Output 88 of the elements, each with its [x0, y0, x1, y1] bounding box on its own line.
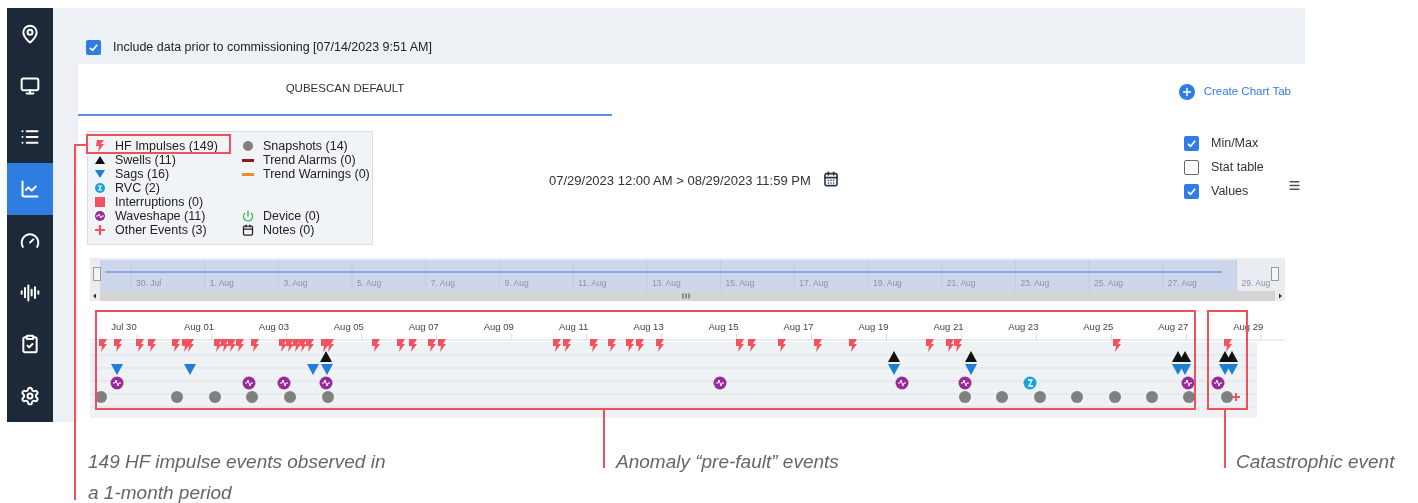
check-icon	[88, 42, 99, 53]
tab[interactable]: QUBESCAN DEFAULT	[78, 64, 612, 116]
checkbox[interactable]	[1184, 183, 1199, 199]
axis-label: Aug 17	[783, 321, 814, 332]
axis-label: Aug 19	[858, 321, 889, 332]
monitor-icon	[20, 75, 40, 96]
annotation-text: Catastrophic event	[1236, 450, 1395, 474]
plus-marker-icon	[1231, 392, 1241, 402]
axis-label: Aug 27	[1158, 321, 1189, 332]
checkbox-label: Include data prior to commissioning [07/14/2023 9:51 AM]	[113, 39, 432, 57]
check-icon	[1186, 185, 1197, 197]
checkbox[interactable]	[86, 40, 101, 55]
navigator-label: 19. Aug	[873, 278, 902, 288]
navigator-label: 15. Aug	[725, 278, 755, 288]
navigator-label: 21. Aug	[946, 278, 976, 288]
legend-label[interactable]: RVC (2)	[115, 181, 160, 195]
axis-label: Aug 07	[408, 321, 439, 332]
annotation-text: Anomaly “pre-fault” events	[616, 450, 839, 474]
navigator-label: 3. Aug	[283, 278, 308, 288]
axis-label: Aug 03	[258, 321, 289, 332]
clipboard-check-icon	[20, 334, 40, 355]
navigator-label: 27. Aug	[1167, 278, 1197, 288]
navigator-label: 29. Aug	[1241, 278, 1271, 288]
legend-label[interactable]: HF Impulses (149)	[115, 139, 218, 153]
axis-label: Aug 11	[559, 321, 589, 332]
lightning-icon	[94, 140, 106, 152]
square-icon	[94, 196, 106, 208]
axis-label: Aug 13	[633, 321, 664, 332]
axis-label: Jul 30	[111, 321, 137, 332]
legend-label[interactable]: Swells (11)	[115, 153, 176, 167]
dash-icon	[242, 172, 254, 176]
legend-label[interactable]: Interruptions (0)	[115, 195, 204, 209]
legend-label[interactable]: Waveshape (11)	[115, 209, 206, 223]
gauge-icon	[20, 230, 40, 251]
settings-icon	[20, 386, 40, 407]
check-icon	[1186, 137, 1197, 149]
axis-label: Aug 25	[1083, 321, 1114, 332]
navigator-label: 7. Aug	[430, 278, 455, 288]
menu-icon[interactable]	[1288, 179, 1301, 192]
leader-line	[1224, 410, 1226, 468]
circle-icon	[242, 140, 254, 152]
line-chart-icon	[20, 179, 40, 200]
navigator-label: 30. Jul	[136, 278, 162, 288]
checkbox[interactable]	[1184, 135, 1199, 151]
checkbox-label: Values	[1211, 182, 1249, 200]
left-handle[interactable]	[93, 267, 101, 281]
navigator-label: 11. Aug	[578, 278, 607, 288]
navigator-label: 17. Aug	[799, 278, 829, 288]
waveform-icon	[20, 282, 40, 303]
power-icon	[242, 210, 254, 222]
triangle-down-icon	[94, 168, 106, 180]
axis-label: Aug 15	[708, 321, 739, 332]
legend-label[interactable]: Trend Alarms (0)	[263, 153, 356, 167]
axis-label: Aug 05	[333, 321, 364, 332]
navigator-label: 23. Aug	[1020, 278, 1050, 288]
date-range: 07/29/2023 12:00 AM > 08/29/2023 11:59 PM	[549, 172, 811, 190]
checkbox-label: Min/Max	[1211, 134, 1259, 152]
checkbox-label: Stat table	[1211, 158, 1264, 176]
legend-label[interactable]: Snapshots (14)	[263, 139, 348, 153]
navigator-label: 9. Aug	[504, 278, 529, 288]
navigator-label: 25. Aug	[1094, 278, 1123, 288]
checkbox[interactable]	[1184, 159, 1199, 175]
triangle-up-icon	[94, 154, 106, 166]
axis-label: Aug 09	[483, 321, 514, 332]
navigator-label: 5. Aug	[357, 278, 382, 288]
create-chart-tab-button[interactable]: Create Chart Tab	[1178, 83, 1291, 101]
axis-label: Aug 21	[933, 321, 964, 332]
right-handle[interactable]	[1271, 267, 1279, 281]
legend-label[interactable]: Sags (16)	[115, 167, 170, 181]
annotation-text: 149 HF impulse events observed in a 1-month period	[88, 450, 387, 503]
navigator-label: 1. Aug	[209, 278, 234, 288]
wave-circle-icon	[94, 210, 106, 222]
map-pin-icon	[20, 23, 40, 44]
scrollbar[interactable]	[90, 291, 1285, 301]
legend-label[interactable]: Trend Warnings (0)	[263, 167, 370, 181]
plus-icon	[94, 224, 106, 236]
legend-label[interactable]: Other Events (3)	[115, 223, 207, 237]
calendar-icon[interactable]	[822, 171, 839, 187]
rvc-marker-icon	[1023, 376, 1037, 390]
rvc-circle-icon	[94, 182, 106, 194]
dash-icon	[242, 158, 254, 162]
axis-label: Aug 23	[1008, 321, 1039, 332]
axis-label: Aug 01	[183, 321, 214, 332]
legend-label[interactable]: Notes (0)	[263, 223, 315, 237]
navigator-label: 13. Aug	[651, 278, 681, 288]
leader-line	[603, 410, 605, 468]
legend-label[interactable]: Device (0)	[263, 209, 320, 223]
calendar-icon	[242, 224, 254, 236]
